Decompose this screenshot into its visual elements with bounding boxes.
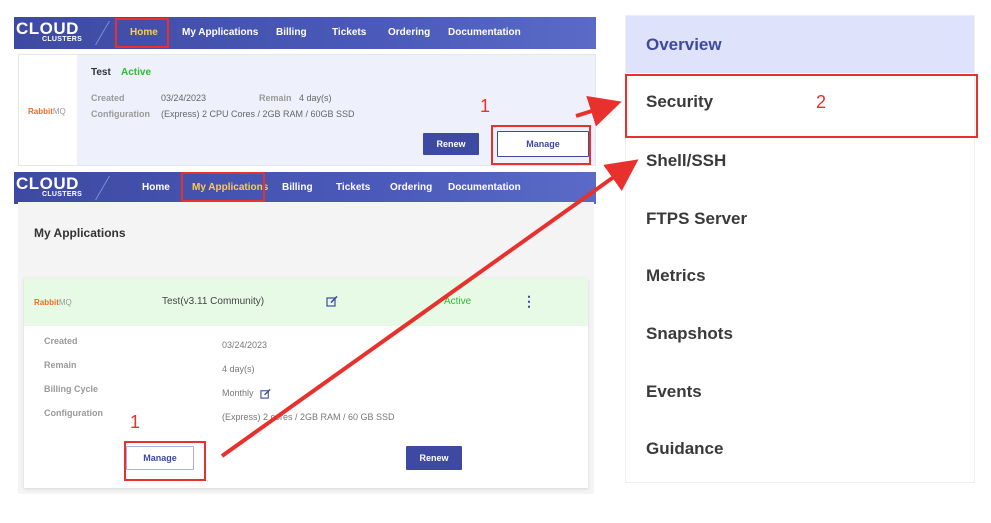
arrow-icon	[220, 95, 639, 458]
